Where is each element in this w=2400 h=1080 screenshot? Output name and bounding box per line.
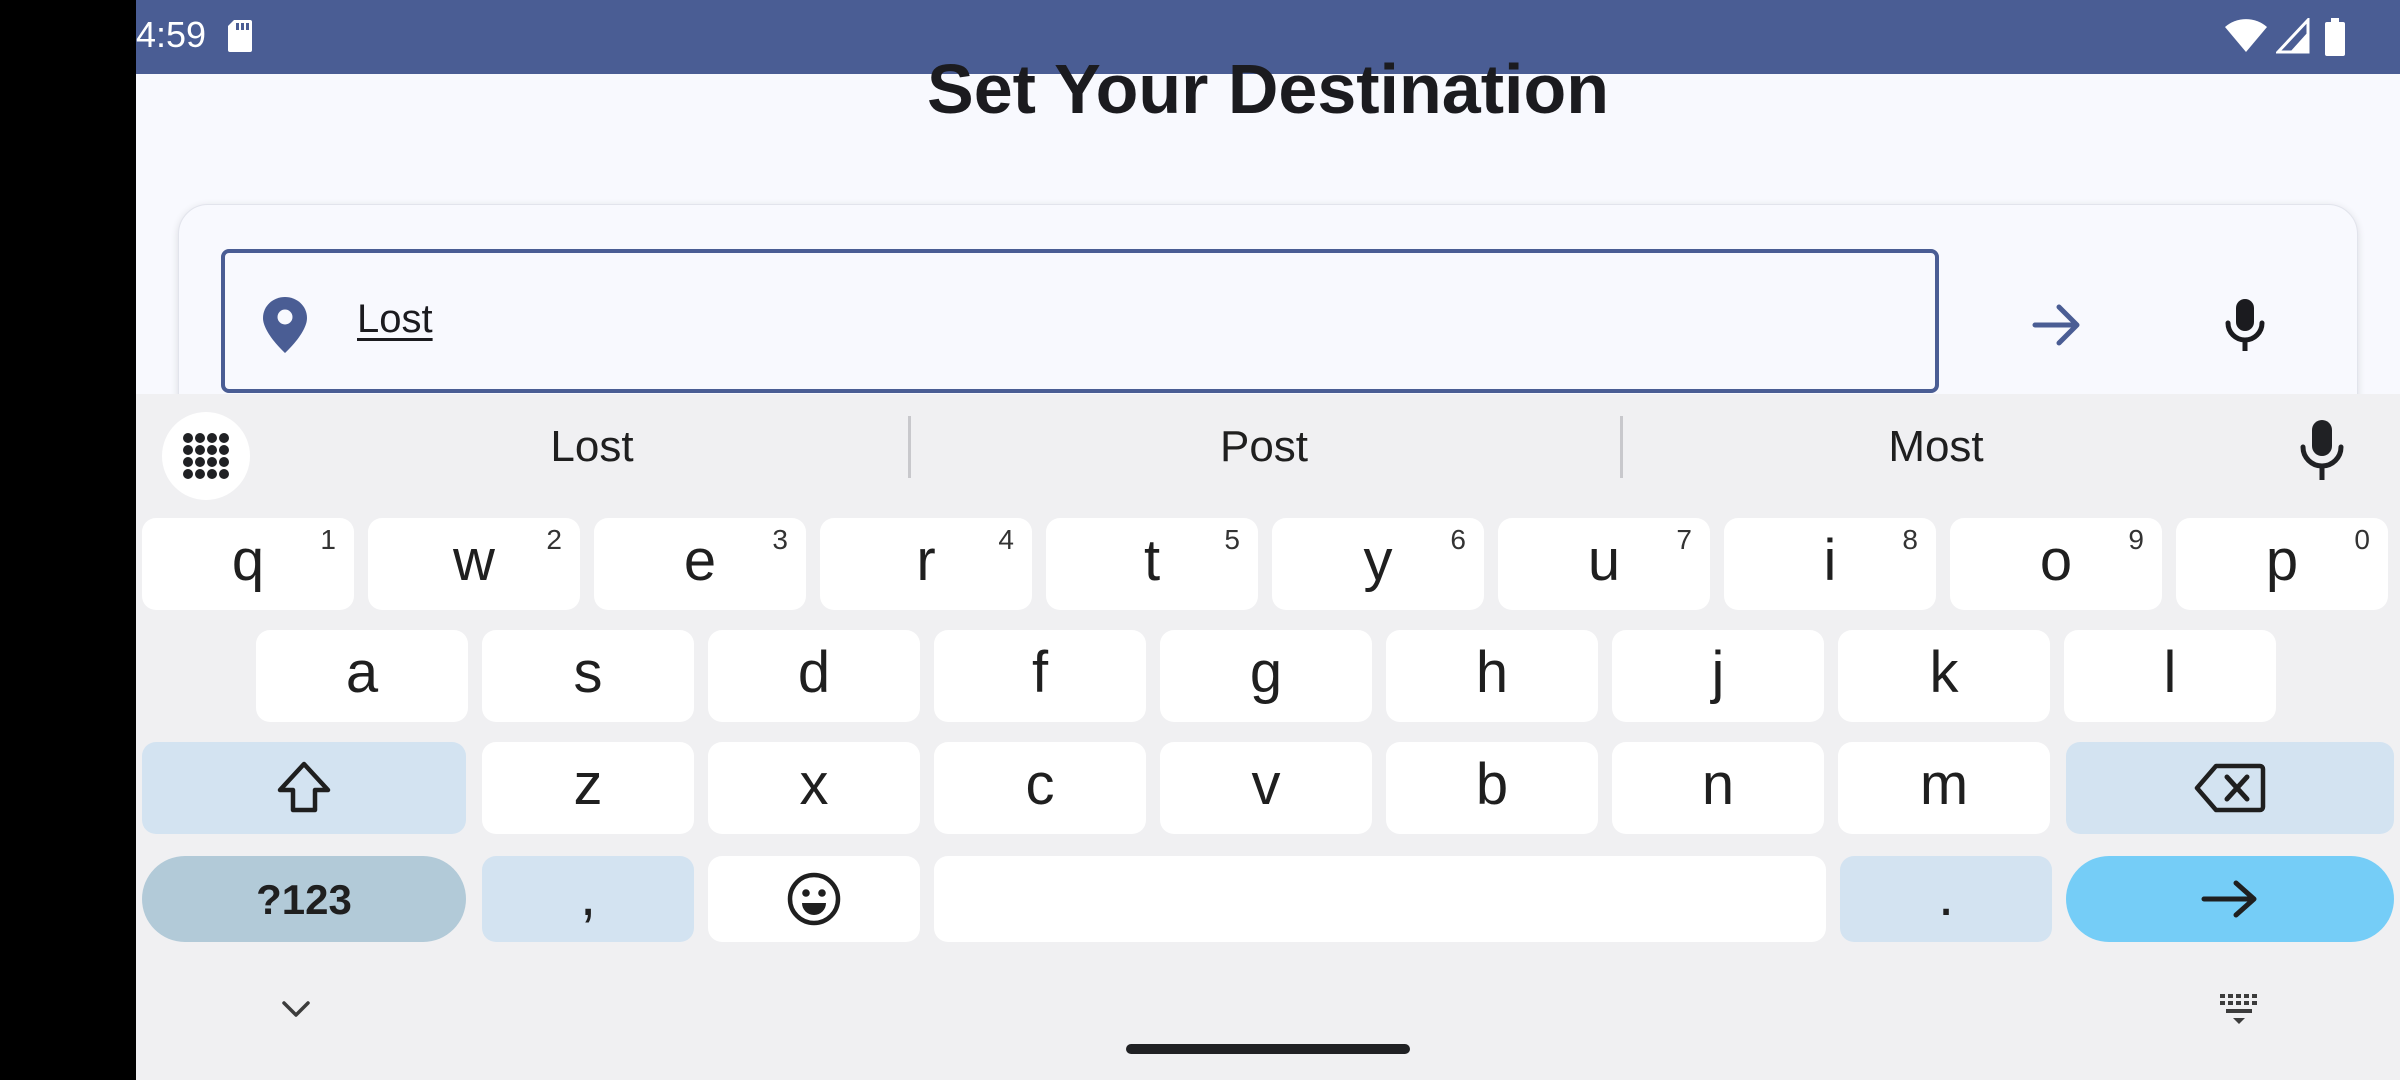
key-hint: 6	[1450, 524, 1466, 555]
key-v[interactable]: v	[1160, 742, 1372, 834]
destination-value: Lost	[357, 297, 433, 341]
key-hint: 7	[1676, 524, 1692, 555]
destination-input[interactable]: Lost	[221, 249, 1939, 393]
key-u[interactable]: u7	[1498, 518, 1710, 610]
key-hint: 5	[1224, 524, 1240, 555]
key-label: q	[231, 528, 265, 593]
key-d[interactable]: d	[708, 630, 920, 722]
period-key[interactable]: .	[1840, 856, 2052, 942]
key-q[interactable]: q1	[142, 518, 354, 610]
key-a[interactable]: a	[256, 630, 468, 722]
microphone-icon	[2225, 299, 2265, 351]
shift-key[interactable]	[142, 742, 466, 834]
space-key[interactable]	[934, 856, 1826, 942]
emoji-key[interactable]	[708, 856, 920, 942]
keyboard-nav-area	[136, 964, 2400, 1080]
suggestion-divider	[1620, 416, 1623, 478]
keyboard-microphone-icon[interactable]	[2292, 416, 2352, 482]
key-hint: 4	[998, 524, 1014, 555]
key-label: t	[1143, 528, 1161, 593]
key-l[interactable]: l	[2064, 630, 2276, 722]
key-hint: 3	[772, 524, 788, 555]
key-hint: 9	[2128, 524, 2144, 555]
key-r[interactable]: r4	[820, 518, 1032, 610]
shift-icon	[277, 761, 331, 813]
home-gesture-handle[interactable]	[1126, 1044, 1410, 1054]
symbols-key[interactable]: ?123	[142, 856, 466, 942]
emoji-icon	[787, 872, 841, 926]
key-label: w	[453, 528, 495, 593]
key-p[interactable]: p0	[2176, 518, 2388, 610]
arrow-right-icon	[2032, 304, 2080, 346]
key-w[interactable]: w2	[368, 518, 580, 610]
key-i[interactable]: i8	[1724, 518, 1936, 610]
key-s[interactable]: s	[482, 630, 694, 722]
enter-key[interactable]	[2066, 856, 2394, 942]
key-k[interactable]: k	[1838, 630, 2050, 722]
key-z[interactable]: z	[482, 742, 694, 834]
voice-input-button[interactable]	[2197, 277, 2293, 373]
key-o[interactable]: o9	[1950, 518, 2162, 610]
key-label: o	[2039, 528, 2073, 593]
suggestion-2[interactable]: Post	[1064, 422, 1464, 472]
suggestion-divider	[908, 416, 911, 478]
key-e[interactable]: e3	[594, 518, 806, 610]
key-hint: 8	[1902, 524, 1918, 555]
key-j[interactable]: j	[1612, 630, 1824, 722]
page-title: Set Your Destination	[927, 50, 1609, 128]
key-x[interactable]: x	[708, 742, 920, 834]
suggestion-bar: Lost Post Most	[136, 394, 2400, 502]
keyboard-switch-icon[interactable]	[2216, 992, 2262, 1026]
key-hint: 0	[2354, 524, 2370, 555]
key-t[interactable]: t5	[1046, 518, 1258, 610]
key-g[interactable]: g	[1160, 630, 1372, 722]
key-b[interactable]: b	[1386, 742, 1598, 834]
key-label: u	[1587, 528, 1621, 593]
key-label: i	[1823, 528, 1837, 593]
key-label: e	[683, 528, 717, 593]
chevron-down-icon[interactable]	[276, 994, 316, 1024]
location-pin-icon	[263, 297, 307, 353]
key-n[interactable]: n	[1612, 742, 1824, 834]
key-h[interactable]: h	[1386, 630, 1598, 722]
arrow-right-icon	[2201, 880, 2257, 918]
backspace-icon	[2194, 763, 2266, 813]
key-label: y	[1363, 528, 1393, 593]
grid-icon	[183, 433, 229, 479]
key-m[interactable]: m	[1838, 742, 2050, 834]
key-c[interactable]: c	[934, 742, 1146, 834]
key-hint: 1	[320, 524, 336, 555]
comma-key[interactable]: ,	[482, 856, 694, 942]
key-label: r	[916, 528, 936, 593]
key-f[interactable]: f	[934, 630, 1146, 722]
suggestion-1[interactable]: Lost	[392, 422, 792, 472]
key-y[interactable]: y6	[1272, 518, 1484, 610]
key-label: p	[2265, 528, 2299, 593]
key-hint: 2	[546, 524, 562, 555]
suggestion-3[interactable]: Most	[1736, 422, 2136, 472]
backspace-key[interactable]	[2066, 742, 2394, 834]
app-screen: 4:59 Set Your Destination Lost Lost Post…	[136, 0, 2400, 1080]
keyboard-apps-button[interactable]	[162, 412, 250, 500]
soft-keyboard: Lost Post Most q1w2e3r4t5y6u7i8o9p0 asdf…	[136, 394, 2400, 1080]
go-button[interactable]	[2009, 277, 2105, 373]
